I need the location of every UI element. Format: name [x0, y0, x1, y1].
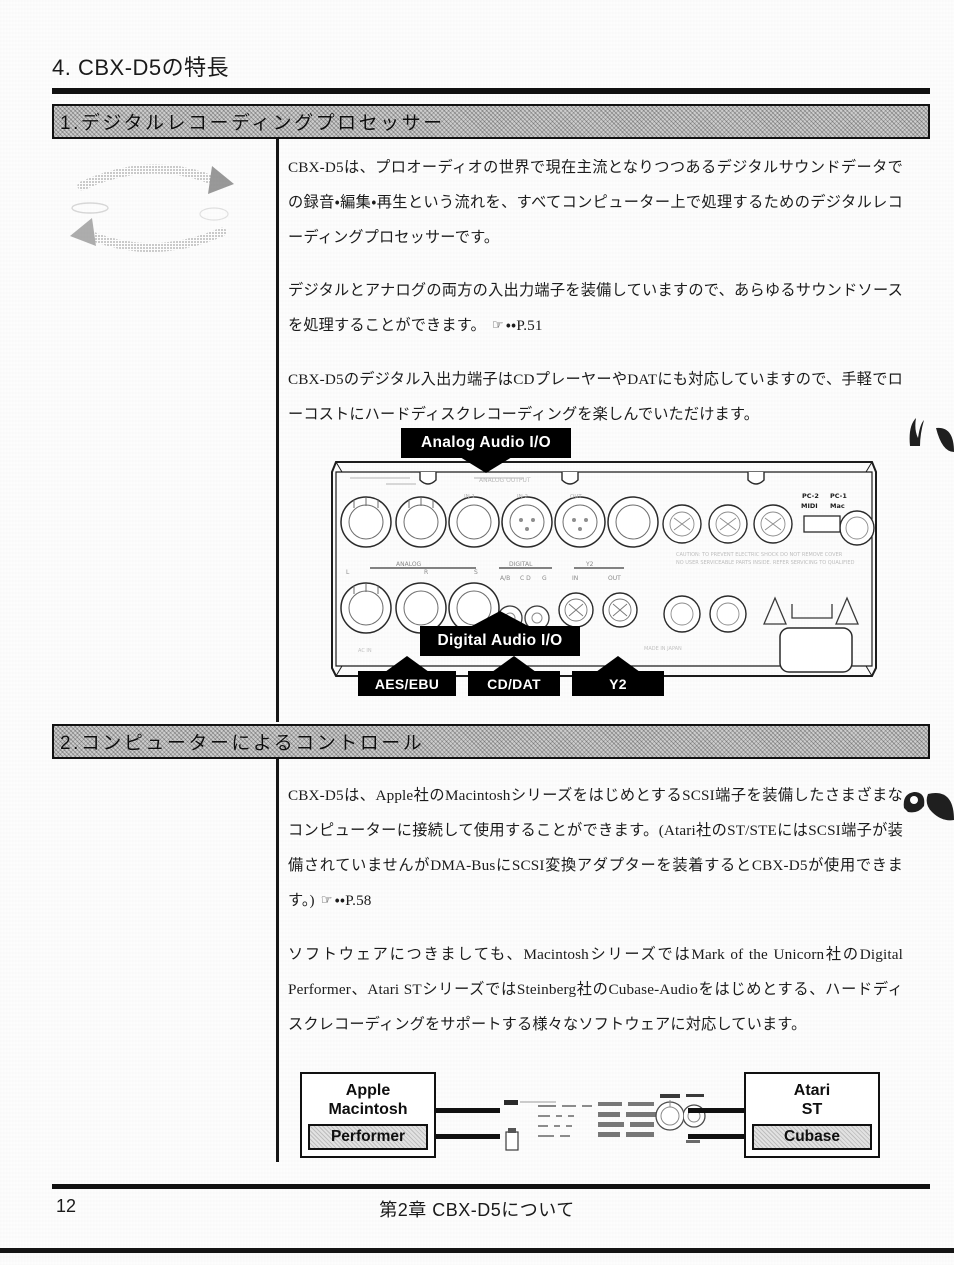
- svg-text:Mac: Mac: [830, 502, 845, 510]
- scan-blot-upper: [909, 418, 954, 452]
- svg-text:CAUTION: TO PREVENT ELECTRIC S: CAUTION: TO PREVENT ELECTRIC SHOCK DO NO…: [676, 552, 843, 558]
- host-title-line-2: Macintosh: [328, 1101, 408, 1118]
- host-box-macintosh-title: Apple Macintosh: [302, 1074, 434, 1119]
- section-2-body: CBX-D5は、Apple社のMacintoshシリーズをはじめとするSCSI端…: [288, 778, 903, 1042]
- svg-text:MADE IN JAPAN: MADE IN JAPAN: [644, 646, 682, 652]
- cross-reference-label: ・・P.58: [334, 892, 372, 909]
- paragraph: CBX-D5は、プロオーディオの世界で現在主流となりつつあるデジタルサウンドデー…: [288, 159, 903, 246]
- column-divider-2: [276, 759, 279, 1162]
- callout-aes-ebu: AES/EBU: [358, 656, 456, 696]
- svg-text:Y2: Y2: [585, 561, 594, 568]
- pointing-hand-icon: ☞: [320, 893, 333, 908]
- svg-text:ANALOG: ANALOG: [396, 561, 422, 568]
- callout-cd-dat: CD/DAT: [468, 656, 560, 696]
- manual-page: 4. CBX-D5の特長 1.デジタルレコーディングプロセッサー CBX-D5は…: [0, 0, 954, 1265]
- svg-text:OUT: OUT: [608, 575, 621, 582]
- host-title-line-2: ST: [801, 1101, 823, 1118]
- svg-text:IN: IN: [572, 575, 578, 582]
- host-title-line-1: Apple: [345, 1082, 391, 1099]
- paragraph: デジタルとアナログの両方の入出力端子を装備していますので、あらゆるサウンドソース…: [288, 273, 903, 344]
- callout-y2: Y2: [572, 656, 664, 696]
- panel-label-pc1: PC-1: [830, 492, 847, 500]
- host-title-line-1: Atari: [793, 1082, 831, 1099]
- svg-text:ANALOG OUTPUT: ANALOG OUTPUT: [479, 477, 531, 484]
- svg-text:L: L: [346, 569, 350, 576]
- paragraph: ソフトウェアにつきましても、MacintoshシリーズではMark of the…: [288, 946, 903, 1033]
- cbx-d5-rear-panel-figure: ANALOG OUTPUT IN 1 IN 2 OUT ANALOG DIGIT…: [324, 428, 880, 698]
- footer-running-title: 第2章 CBX-D5について: [379, 1200, 575, 1220]
- page-title: 4. CBX-D5の特長: [52, 55, 230, 80]
- cross-reference: ☞ ・・P.51: [486, 317, 543, 334]
- cable-right-upper: [688, 1108, 744, 1113]
- cable-right-lower: [688, 1134, 744, 1139]
- cbx-d5-front-panel-icon: [504, 1094, 685, 1151]
- section-header-2-label: 2.コンピューターによるコントロール: [60, 733, 425, 754]
- callout-analog-audio-io: Analog Audio I/O: [401, 428, 571, 473]
- callout-digital-audio-io: Digital Audio I/O: [420, 611, 580, 656]
- paragraph: CBX-D5のデジタル入出力端子はCDプレーヤーやDATにも対応していますので、…: [288, 371, 903, 423]
- callout-tip-up-icon: [385, 656, 429, 672]
- svg-text:NO USER SERVICEABLE PARTS INSI: NO USER SERVICEABLE PARTS INSIDE. REFER …: [676, 560, 855, 566]
- host-box-atari: Atari ST Cubase: [744, 1072, 880, 1158]
- pointing-hand-icon: ☞: [491, 318, 504, 333]
- callout-digital-audio-io-label: Digital Audio I/O: [437, 632, 563, 649]
- svg-text:R: R: [424, 569, 428, 576]
- svg-text:C D: C D: [520, 575, 531, 582]
- svg-text:DIGITAL: DIGITAL: [509, 561, 533, 568]
- column-divider-1: [276, 139, 279, 722]
- callout-y2-label: Y2: [609, 675, 627, 692]
- page-edge-shadow: [0, 1248, 954, 1253]
- svg-text:IN 1: IN 1: [464, 494, 475, 500]
- callout-tip-down-icon: [460, 457, 512, 473]
- callout-tip-up-icon: [470, 611, 530, 627]
- cycle-arrows-icon: [62, 148, 242, 268]
- paragraph-text: CBX-D5は、Apple社のMacintoshシリーズをはじめとするSCSI端…: [288, 787, 903, 909]
- callout-analog-audio-io-label: Analog Audio I/O: [421, 434, 551, 451]
- section-header-1: 1.デジタルレコーディングプロセッサー: [52, 104, 930, 139]
- section-header-2: 2.コンピューターによるコントロール: [52, 724, 930, 759]
- host-box-atari-title: Atari ST: [746, 1074, 878, 1119]
- svg-text:OUT: OUT: [570, 494, 582, 500]
- section-header-1-label: 1.デジタルレコーディングプロセッサー: [60, 113, 445, 134]
- callout-cd-dat-label: CD/DAT: [487, 675, 541, 692]
- scan-blot-lower: [903, 792, 954, 821]
- paragraph: CBX-D5は、Apple社のMacintoshシリーズをはじめとするSCSI端…: [288, 778, 903, 919]
- paragraph-text: デジタルとアナログの両方の入出力端子を装備していますので、あらゆるサウンドソース…: [288, 282, 903, 334]
- software-badge-cubase: Cubase: [752, 1124, 872, 1150]
- software-badge-performer: Performer: [308, 1124, 428, 1150]
- svg-text:IN 2: IN 2: [517, 494, 528, 500]
- svg-text:MIDI: MIDI: [801, 502, 818, 510]
- cross-reference-label: ・・P.51: [505, 317, 543, 334]
- cable-left-upper: [436, 1108, 500, 1113]
- footer-rule: [52, 1184, 930, 1189]
- svg-text:G: G: [542, 575, 547, 582]
- svg-text:S: S: [474, 569, 478, 576]
- cross-reference: ☞ ・・P.58: [315, 892, 372, 909]
- svg-text:AC IN: AC IN: [358, 648, 372, 654]
- header-rule: [52, 88, 930, 94]
- host-box-macintosh: Apple Macintosh Performer: [300, 1072, 436, 1158]
- callout-aes-ebu-label: AES/EBU: [374, 675, 440, 692]
- section-1-body: CBX-D5は、プロオーディオの世界で現在主流となりつつあるデジタルサウンドデー…: [288, 150, 903, 432]
- callout-tip-up-icon: [492, 656, 536, 672]
- panel-label-pc2: PC-2: [802, 492, 819, 500]
- computer-connection-diagram: Apple Macintosh Performer Atari ST Cubas…: [296, 1068, 884, 1162]
- callout-tip-up-icon: [596, 656, 640, 672]
- cable-left-lower: [436, 1134, 500, 1139]
- svg-text:A/B: A/B: [500, 575, 510, 582]
